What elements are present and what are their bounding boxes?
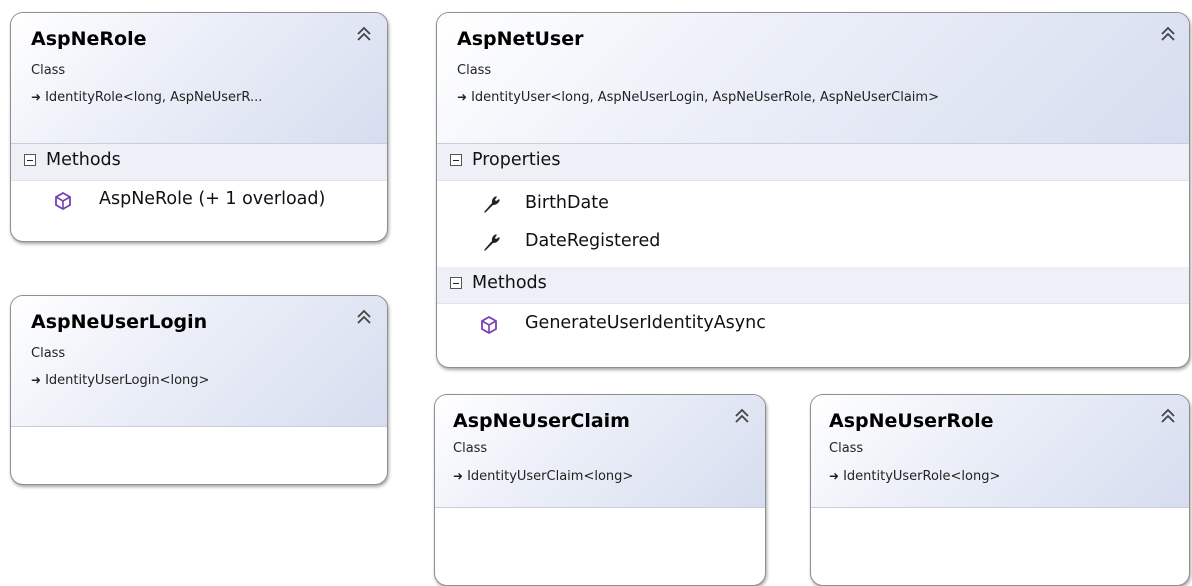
class-title: AspNeUserLogin xyxy=(31,311,208,333)
inheritance-arrow-icon: ➜ xyxy=(829,469,840,483)
property-wrench-icon xyxy=(484,196,500,213)
properties-section-header[interactable]: Properties xyxy=(437,144,1189,181)
inheritance-arrow-icon: ➜ xyxy=(31,90,42,104)
method-cube-icon xyxy=(55,191,71,211)
class-kind: Class xyxy=(31,346,66,361)
class-base-type: ➜ IdentityUserClaim<long> xyxy=(453,469,633,484)
collapse-chevron-icon[interactable] xyxy=(733,407,751,425)
class-kind: Class xyxy=(453,441,488,456)
method-label: GenerateUserIdentityAsync xyxy=(525,313,766,333)
class-box-aspnetuser[interactable]: AspNetUser Class ➜ IdentityUser<long, Asp… xyxy=(436,12,1190,368)
class-title: AspNetUser xyxy=(457,28,584,50)
inheritance-arrow-icon: ➜ xyxy=(453,469,464,483)
base-type-label: IdentityRole<long, AspNeUserR... xyxy=(45,90,263,105)
class-title: AspNeUserClaim xyxy=(453,410,630,432)
class-base-type: ➜ IdentityUser<long, AspNeUserLogin, AspN… xyxy=(457,90,939,105)
collapse-section-icon[interactable] xyxy=(450,154,462,166)
property-label: BirthDate xyxy=(525,193,609,213)
class-box-aspneuserlogin[interactable]: AspNeUserLogin Class ➜ IdentityUserLogin<… xyxy=(10,295,388,485)
class-header: AspNeUserClaim Class ➜ IdentityUserClaim<… xyxy=(435,395,765,508)
section-label: Properties xyxy=(472,150,561,170)
class-header: AspNeUserRole Class ➜ IdentityUserRole<lo… xyxy=(811,395,1189,508)
class-title: AspNeUserRole xyxy=(829,410,994,432)
inheritance-arrow-icon: ➜ xyxy=(31,373,42,387)
class-kind: Class xyxy=(829,441,864,456)
property-item[interactable]: BirthDate xyxy=(437,189,1189,227)
class-box-aspneuserrole[interactable]: AspNeUserRole Class ➜ IdentityUserRole<lo… xyxy=(810,394,1190,586)
base-type-label: IdentityUser<long, AspNeUserLogin, AspNe… xyxy=(471,90,939,105)
class-kind: Class xyxy=(31,63,66,78)
class-header: AspNeRole Class ➜ IdentityRole<long, AspN… xyxy=(11,13,387,144)
method-item[interactable]: AspNeRole (+ 1 overload) xyxy=(11,181,387,219)
base-type-label: IdentityUserClaim<long> xyxy=(467,469,634,484)
class-kind: Class xyxy=(457,63,492,78)
methods-section-header[interactable]: Methods xyxy=(437,267,1189,304)
class-box-aspnerole[interactable]: AspNeRole Class ➜ IdentityRole<long, AspN… xyxy=(10,12,388,242)
class-base-type: ➜ IdentityRole<long, AspNeUserR... xyxy=(31,90,262,105)
base-type-label: IdentityUserRole<long> xyxy=(843,469,1001,484)
class-header: AspNetUser Class ➜ IdentityUser<long, Asp… xyxy=(437,13,1189,144)
method-item[interactable]: GenerateUserIdentityAsync xyxy=(437,309,1189,347)
section-label: Methods xyxy=(46,150,121,170)
property-wrench-icon xyxy=(484,234,500,251)
collapse-section-icon[interactable] xyxy=(24,154,36,166)
property-label: DateRegistered xyxy=(525,231,661,251)
class-base-type: ➜ IdentityUserLogin<long> xyxy=(31,373,209,388)
method-label: AspNeRole (+ 1 overload) xyxy=(99,189,326,209)
inheritance-arrow-icon: ➜ xyxy=(457,90,468,104)
collapse-chevron-icon[interactable] xyxy=(355,25,373,43)
collapse-chevron-icon[interactable] xyxy=(1159,25,1177,43)
methods-section-header[interactable]: Methods xyxy=(11,144,387,181)
class-title: AspNeRole xyxy=(31,28,147,50)
class-base-type: ➜ IdentityUserRole<long> xyxy=(829,469,1000,484)
section-label: Methods xyxy=(472,273,547,293)
collapse-chevron-icon[interactable] xyxy=(355,308,373,326)
class-header: AspNeUserLogin Class ➜ IdentityUserLogin<… xyxy=(11,296,387,427)
collapse-section-icon[interactable] xyxy=(450,277,462,289)
collapse-chevron-icon[interactable] xyxy=(1159,407,1177,425)
property-item[interactable]: DateRegistered xyxy=(437,227,1189,265)
base-type-label: IdentityUserLogin<long> xyxy=(45,373,210,388)
method-cube-icon xyxy=(481,315,497,335)
class-box-aspneuserclaim[interactable]: AspNeUserClaim Class ➜ IdentityUserClaim<… xyxy=(434,394,766,586)
